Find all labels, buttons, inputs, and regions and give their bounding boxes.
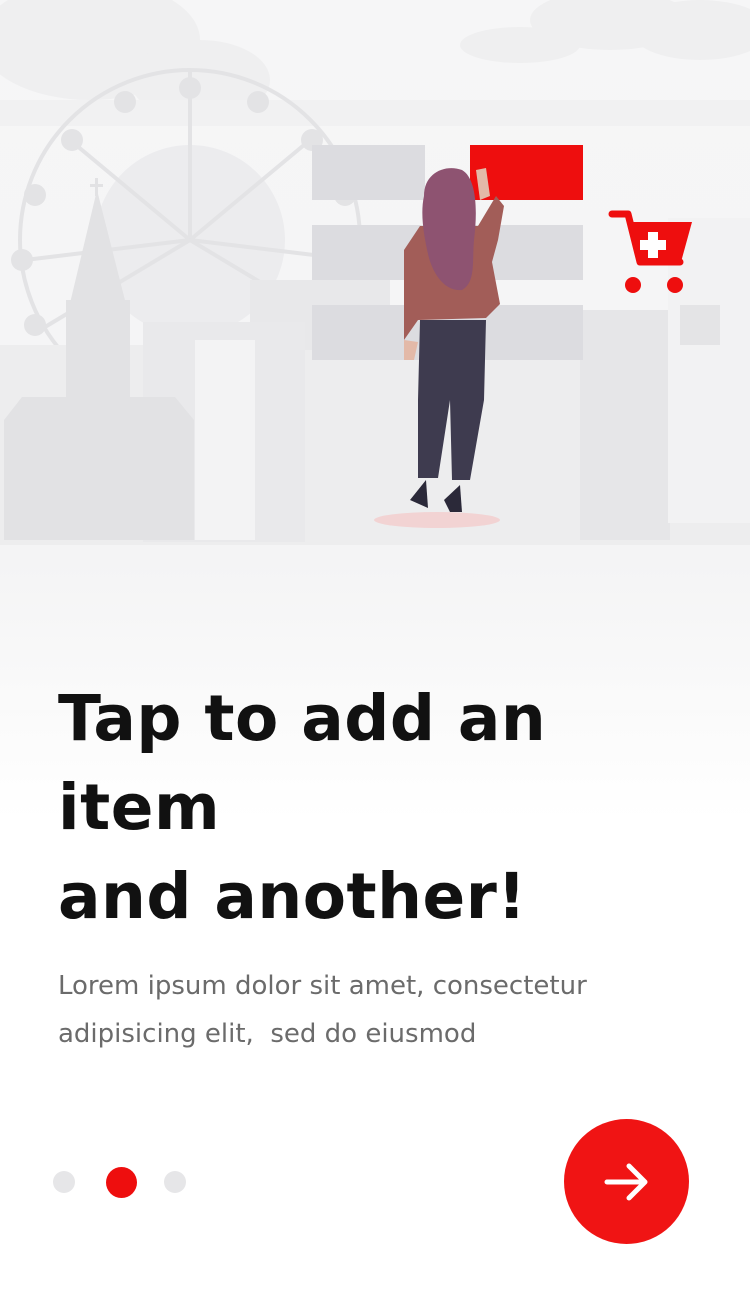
page-dot-1[interactable] (53, 1171, 75, 1193)
onboarding-headline: Tap to add an item and another! (58, 674, 698, 941)
page-dot-3[interactable] (164, 1171, 186, 1193)
page-dot-2-active[interactable] (106, 1166, 137, 1198)
background-clouds (0, 0, 750, 126)
arrow-right-icon (604, 1163, 647, 1200)
onboarding-illustration (0, 0, 750, 545)
headline-line-1: Tap to add an (58, 682, 547, 755)
onboarding-screen: Tap to add an item and another! Lorem ip… (0, 0, 750, 1303)
headline-line-3: and another! (58, 860, 527, 933)
next-button[interactable] (564, 1119, 689, 1244)
add-to-cart-icon (608, 210, 692, 293)
headline-line-2: item (58, 771, 221, 844)
onboarding-description: Lorem ipsum dolor sit amet, consectetur … (58, 971, 587, 1049)
page-indicator (53, 1166, 218, 1198)
